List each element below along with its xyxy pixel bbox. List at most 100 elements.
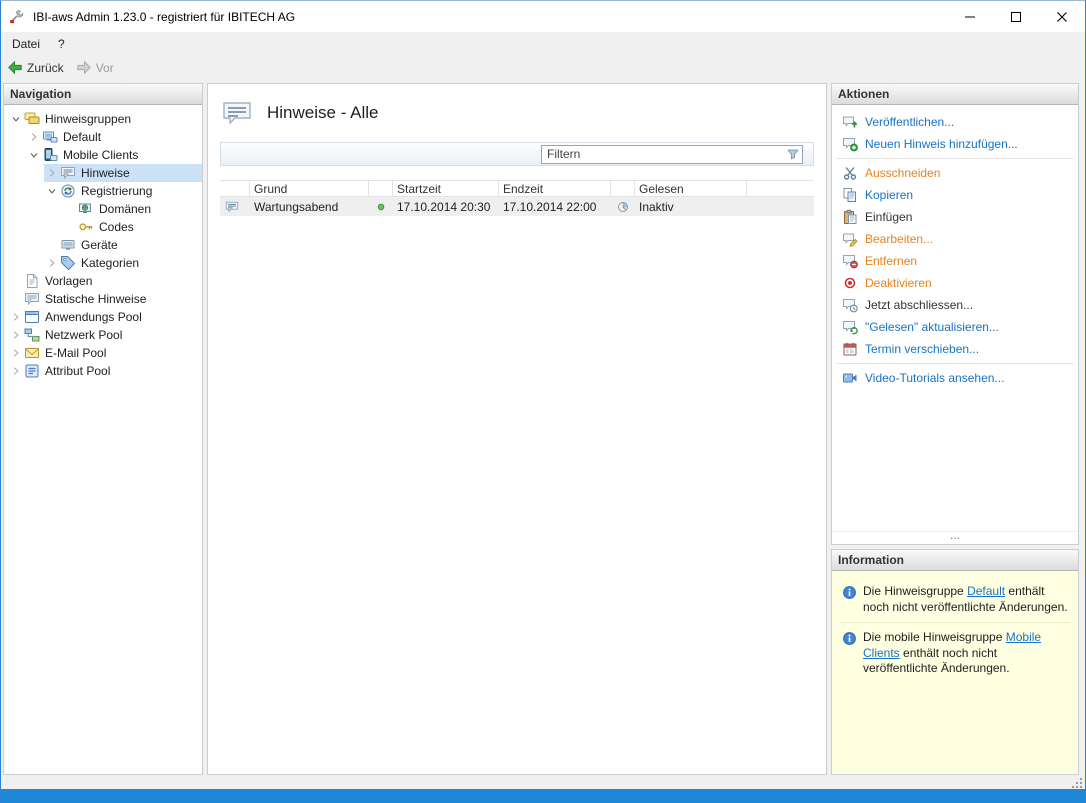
chevron-right-icon[interactable]: [8, 327, 24, 343]
device-icon: [60, 237, 76, 253]
sidebar-item-hinweise[interactable]: Hinweise: [4, 164, 202, 182]
minimize-button[interactable]: [947, 1, 993, 32]
hints-table: Grund StartzeitEndzeit Gelesen Wartungsabe…: [220, 180, 814, 216]
chevron-right-icon[interactable]: [8, 363, 24, 379]
navigation-panel: Navigation HinweisgruppenDefaultMobile C…: [3, 83, 203, 775]
chevron-down-icon[interactable]: [26, 147, 42, 163]
column-header-gelesen[interactable]: Gelesen: [635, 181, 747, 196]
toolbar: Zurück Vor: [1, 56, 1085, 79]
menu-help[interactable]: ?: [49, 34, 74, 54]
column-header-status[interactable]: [369, 181, 393, 196]
action-label: "Gelesen" aktualisieren...: [865, 320, 999, 334]
tree-item-label: Default: [63, 130, 101, 144]
table-row[interactable]: Wartungsabend17.10.2014 20:3017.10.2014 …: [220, 197, 814, 216]
info-link-default[interactable]: Default: [967, 584, 1005, 598]
domain-icon: [78, 201, 94, 217]
edit-icon: [842, 231, 858, 247]
action-termin-verschieben[interactable]: Termin verschieben...: [832, 338, 1078, 360]
chevron-right-icon[interactable]: [8, 345, 24, 361]
category-icon: [60, 255, 76, 271]
action-neuen-hinweis-hinzufügen[interactable]: Neuen Hinweis hinzufügen...: [832, 133, 1078, 155]
tree-item-label: Geräte: [81, 238, 118, 252]
sidebar-item-kategorien[interactable]: Kategorien: [4, 254, 202, 272]
window-controls: [947, 1, 1085, 32]
action-veröffentlichen[interactable]: Veröffentlichen...: [832, 111, 1078, 133]
sidebar-item-codes[interactable]: Codes: [4, 218, 202, 236]
tree-item-label: Attribut Pool: [45, 364, 110, 378]
column-header-row-icon[interactable]: [220, 181, 250, 196]
menu-datei[interactable]: Datei: [3, 34, 49, 54]
sidebar-item-anwendungs-pool[interactable]: Anwendungs Pool: [4, 308, 202, 326]
back-button[interactable]: Zurück: [7, 60, 64, 76]
content-panel: Hinweise - Alle Grund StartzeitEndzeit Gel…: [207, 83, 827, 775]
attribute-pool-icon: [24, 363, 40, 379]
chevron-right-icon[interactable]: [8, 309, 24, 325]
video-tutorials-icon: [842, 370, 858, 386]
info-icon: [842, 585, 857, 600]
action-jetzt-abschliessen[interactable]: Jetzt abschliessen...: [832, 294, 1078, 316]
sidebar-item-hinweisgruppen[interactable]: Hinweisgruppen: [4, 110, 202, 128]
sidebar-item-e-mail-pool[interactable]: E-Mail Pool: [4, 344, 202, 362]
menubar: Datei ?: [1, 32, 1085, 56]
window-bottom-border: [1, 789, 1085, 803]
column-header-grund[interactable]: Grund: [250, 181, 369, 196]
sidebar-item-statische-hinweise[interactable]: Statische Hinweise: [4, 290, 202, 308]
action-entfernen[interactable]: Entfernen: [832, 250, 1078, 272]
right-column: Aktionen Veröffentlichen...Neuen Hinweis…: [831, 83, 1079, 775]
action-label: Veröffentlichen...: [865, 115, 954, 129]
actions-divider: [836, 158, 1074, 159]
action-gelesen-aktualisieren[interactable]: "Gelesen" aktualisieren...: [832, 316, 1078, 338]
email-pool-icon: [24, 345, 40, 361]
sidebar-item-mobile-clients[interactable]: Mobile Clients: [4, 146, 202, 164]
sidebar-item-registrierung[interactable]: Registrierung: [4, 182, 202, 200]
chevron-right-icon[interactable]: [44, 255, 60, 271]
panel-splitter[interactable]: ...: [832, 531, 1078, 544]
app-icon: [9, 9, 25, 25]
sidebar-item-vorlagen[interactable]: Vorlagen: [4, 272, 202, 290]
deactivate-icon: [842, 275, 858, 291]
sidebar-item-default[interactable]: Default: [4, 128, 202, 146]
page-title: Hinweise - Alle: [267, 103, 379, 123]
maximize-button[interactable]: [993, 1, 1039, 32]
actions-list: Veröffentlichen... Neuen Hinweis hinzufüg…: [832, 105, 1078, 395]
chevron-right-icon[interactable]: [44, 165, 60, 181]
titlebar: IBI-aws Admin 1.23.0 - registriert für I…: [1, 1, 1085, 32]
sidebar-item-netzwerk-pool[interactable]: Netzwerk Pool: [4, 326, 202, 344]
chevron-down-icon[interactable]: [44, 183, 60, 199]
column-header-startzeit[interactable]: Startzeit: [393, 181, 499, 196]
resize-grip[interactable]: [1071, 777, 1083, 789]
close-button[interactable]: [1039, 1, 1085, 32]
filter-icon[interactable]: [786, 147, 800, 161]
filter-bar: [220, 142, 814, 166]
action-einfügen[interactable]: Einfügen: [832, 206, 1078, 228]
sidebar-item-attribut-pool[interactable]: Attribut Pool: [4, 362, 202, 380]
tree-item-label: Anwendungs Pool: [45, 310, 142, 324]
info-item: Die mobile Hinweisgruppe Mobile Clients …: [840, 622, 1070, 684]
sidebar-item-geräte[interactable]: Geräte: [4, 236, 202, 254]
app-window: IBI-aws Admin 1.23.0 - registriert für I…: [0, 0, 1086, 803]
cell-gelesen-icon: [611, 197, 635, 216]
tree-item-label: Statische Hinweise: [45, 292, 146, 306]
action-ausschneiden[interactable]: Ausschneiden: [832, 162, 1078, 184]
info-text-prefix: Die Hinweisgruppe: [863, 584, 967, 598]
chevron-down-icon[interactable]: [8, 111, 24, 127]
information-body: Die Hinweisgruppe Default enthält noch n…: [832, 571, 1078, 774]
filter-input[interactable]: [541, 145, 803, 164]
chevron-right-icon[interactable]: [26, 129, 42, 145]
action-bearbeiten[interactable]: Bearbeiten...: [832, 228, 1078, 250]
tree-item-label: Netzwerk Pool: [45, 328, 122, 342]
action-video-tutorials-ansehen[interactable]: Video-Tutorials ansehen...: [832, 367, 1078, 389]
tree-item-label: Domänen: [99, 202, 151, 216]
column-header-filler: [747, 181, 814, 196]
information-panel: Information Die Hinweisgruppe Default en…: [831, 549, 1079, 775]
action-kopieren[interactable]: Kopieren: [832, 184, 1078, 206]
sidebar-item-domänen[interactable]: Domänen: [4, 200, 202, 218]
expander-spacer: [44, 237, 60, 253]
column-header-endzeit[interactable]: Endzeit: [499, 181, 611, 196]
action-label: Video-Tutorials ansehen...: [865, 371, 1004, 385]
action-deaktivieren[interactable]: Deaktivieren: [832, 272, 1078, 294]
tree-item-label: Vorlagen: [45, 274, 92, 288]
forward-button[interactable]: Vor: [76, 60, 114, 76]
column-header-gelesen-icon[interactable]: [611, 181, 635, 196]
tree-item-label: E-Mail Pool: [45, 346, 106, 360]
